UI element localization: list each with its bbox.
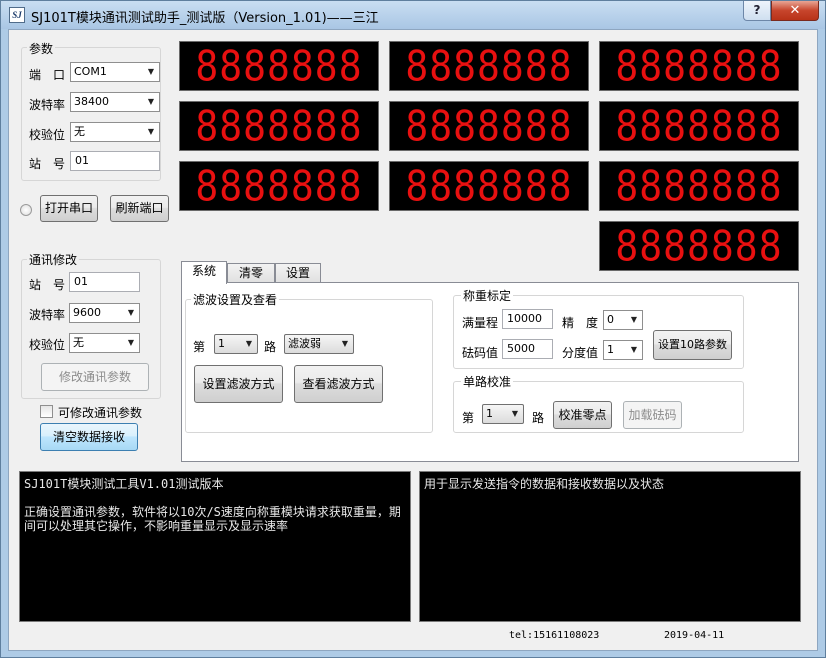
chevron-down-icon: ▼ [147,67,155,76]
comm-station-input[interactable]: 01 [69,272,140,292]
filter-suffix: 路 [264,340,277,354]
filter-channel-value: 1 [218,337,225,350]
division-select[interactable]: 1 ▼ [603,340,643,360]
range-input[interactable]: 10000 [502,309,553,329]
tab-panel-system: 滤波设置及查看 第 1 ▼ 路 滤波弱 ▼ 设置滤波方式 查看滤波方式 称重标定 满… [181,282,799,462]
tab-system[interactable]: 系统 [181,261,227,284]
baud-label: 波特率 [29,98,66,112]
weight-display-4: 8888888 [179,101,379,151]
weight-display-1: 8888888 [179,41,379,91]
port-status-indicator [20,204,32,216]
chevron-down-icon: ▼ [147,127,155,136]
filter-mode-value: 滤波弱 [288,337,321,350]
chevron-down-icon: ▼ [630,345,638,354]
comm-station-label: 站 号 [29,278,66,292]
division-label: 分度值 [562,346,599,360]
comm-baud-select[interactable]: 9600 ▼ [69,303,140,323]
weight-input[interactable]: 5000 [502,339,553,359]
single-channel-select[interactable]: 1 ▼ [482,404,524,424]
weight-display-8: 8888888 [389,161,589,211]
weight-display-6: 8888888 [599,101,799,151]
tab-zero[interactable]: 清零 [227,263,275,283]
comm-edit-group-label: 通讯修改 [27,251,80,268]
weight-display-2: 8888888 [389,41,589,91]
params-group-label: 参数 [27,40,56,57]
filter-mode-select[interactable]: 滤波弱 ▼ [284,334,354,354]
precision-label: 精 度 [562,316,599,330]
station-input[interactable]: 01 [70,151,160,171]
app-icon: SJ [9,7,25,23]
refresh-port-button[interactable]: 刷新端口 [110,195,169,222]
set-filter-button[interactable]: 设置滤波方式 [194,365,283,403]
chevron-down-icon: ▼ [341,339,349,348]
port-label: 端 口 [29,68,66,82]
open-port-button[interactable]: 打开串口 [40,195,98,222]
single-calib-group-label: 单路校准 [461,373,514,390]
chevron-down-icon: ▼ [147,97,155,106]
precision-value: 0 [607,313,614,326]
baud-value: 38400 [74,95,109,108]
chevron-down-icon: ▼ [127,308,135,317]
info-console[interactable]: SJ101T模块测试工具V1.01测试版本 正确设置通讯参数，软件将以10次/S… [19,471,411,622]
clear-data-button[interactable]: 清空数据接收 [40,423,138,451]
calibrate-zero-button[interactable]: 校准零点 [553,401,612,429]
view-filter-button[interactable]: 查看滤波方式 [294,365,383,403]
single-prefix: 第 [462,411,475,425]
chevron-down-icon: ▼ [127,338,135,347]
baud-select[interactable]: 38400 ▼ [70,92,160,112]
comm-parity-value: 无 [73,336,84,349]
station-label: 站 号 [29,157,66,171]
comm-parity-label: 校验位 [29,338,66,352]
main-window: SJ SJ101T模块通讯测试助手_测试版（Version_1.01)——三江 … [0,0,826,658]
parity-label: 校验位 [29,128,66,142]
title-bar[interactable]: SJ SJ101T模块通讯测试助手_测试版（Version_1.01)——三江 … [1,1,825,29]
load-weight-button[interactable]: 加载砝码 [623,401,682,429]
weight-display-7: 8888888 [179,161,379,211]
allow-modify-checkbox[interactable] [40,405,53,418]
close-button[interactable]: ✕ [771,1,819,21]
parity-value: 无 [74,125,85,138]
filter-group-label: 滤波设置及查看 [191,291,280,308]
filter-channel-select[interactable]: 1 ▼ [214,334,258,354]
allow-modify-label: 可修改通讯参数 [58,406,143,420]
filter-prefix: 第 [193,340,206,354]
tab-settings[interactable]: 设置 [275,263,321,283]
set-10-channels-button[interactable]: 设置10路参数 [653,330,732,360]
modify-comm-button[interactable]: 修改通讯参数 [41,363,149,391]
parity-select[interactable]: 无 ▼ [70,122,160,142]
port-select[interactable]: COM1 ▼ [70,62,160,82]
weight-display-3: 8888888 [599,41,799,91]
weight-label: 砝码值 [462,346,499,360]
division-value: 1 [607,343,614,356]
single-channel-value: 1 [486,407,493,420]
weight-display-5: 8888888 [389,101,589,151]
date-status: 2019-04-11 [664,630,725,641]
precision-select[interactable]: 0 ▼ [603,310,643,330]
weight-display-9: 8888888 [599,161,799,211]
chevron-down-icon: ▼ [245,339,253,348]
comm-parity-select[interactable]: 无 ▼ [69,333,140,353]
help-button[interactable]: ? [743,1,771,21]
window-title: SJ101T模块通讯测试助手_测试版（Version_1.01)——三江 [31,11,379,26]
client-area: 参数 端 口 COM1 ▼ 波特率 38400 ▼ 校验位 无 ▼ 站 号 01 打开… [8,29,818,651]
range-label: 满量程 [462,316,499,330]
chevron-down-icon: ▼ [630,315,638,324]
tel-status: tel:15161108023 [509,630,600,641]
chevron-down-icon: ▼ [511,409,519,418]
log-console[interactable]: 用于显示发送指令的数据和接收数据以及状态 [419,471,801,622]
comm-baud-value: 9600 [73,306,101,319]
calib-group-label: 称重标定 [461,287,514,304]
single-suffix: 路 [532,411,545,425]
comm-baud-label: 波特率 [29,308,66,322]
port-value: COM1 [74,65,107,78]
weight-display-10: 8888888 [599,221,799,271]
